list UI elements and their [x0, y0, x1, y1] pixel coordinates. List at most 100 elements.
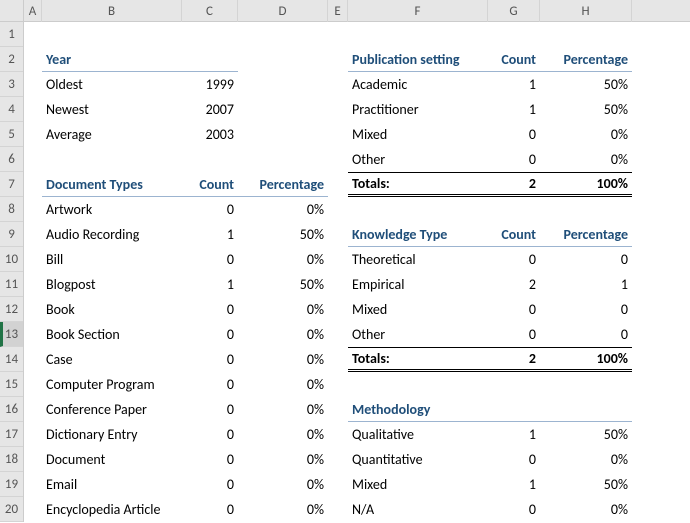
cell[interactable] — [488, 22, 540, 47]
doctype-count[interactable]: 0 — [182, 497, 238, 522]
year-oldest-label[interactable]: Oldest — [42, 72, 182, 97]
row-header-19[interactable]: 19 — [0, 472, 23, 497]
cell[interactable] — [348, 372, 488, 397]
cell[interactable] — [238, 22, 328, 47]
row-header-20[interactable]: 20 — [0, 497, 23, 522]
cell[interactable] — [540, 397, 632, 422]
doctype-label[interactable]: Conference Paper — [42, 397, 182, 422]
cell[interactable] — [328, 222, 348, 247]
know-row-count[interactable]: 2 — [488, 272, 540, 297]
row-headers[interactable]: 1234567891011121314151617181920 — [0, 22, 24, 522]
doctype-count[interactable]: 1 — [182, 272, 238, 297]
cell[interactable] — [328, 297, 348, 322]
cell[interactable] — [24, 447, 42, 472]
col-header-H[interactable]: H — [540, 0, 632, 22]
cell[interactable] — [328, 322, 348, 347]
cell[interactable] — [540, 197, 632, 222]
cell[interactable] — [24, 72, 42, 97]
doctype-label[interactable]: Book — [42, 297, 182, 322]
row-header-15[interactable]: 15 — [0, 372, 23, 397]
cell[interactable] — [24, 22, 42, 47]
meth-row-count[interactable]: 0 — [488, 497, 540, 522]
row-header-17[interactable]: 17 — [0, 422, 23, 447]
cell[interactable] — [328, 47, 348, 72]
row-header-4[interactable]: 4 — [0, 97, 23, 122]
pub-row-pct[interactable]: 50% — [540, 97, 632, 122]
cell[interactable] — [328, 347, 348, 372]
meth-row-pct[interactable]: 0% — [540, 447, 632, 472]
cell[interactable] — [182, 147, 238, 172]
doctype-pct[interactable]: 0% — [238, 422, 328, 447]
row-header-8[interactable]: 8 — [0, 197, 23, 222]
pub-row-pct[interactable]: 50% — [540, 72, 632, 97]
row-header-11[interactable]: 11 — [0, 272, 23, 297]
know-totals-pct[interactable]: 100% — [540, 347, 632, 372]
cell[interactable] — [24, 197, 42, 222]
cell[interactable] — [328, 72, 348, 97]
know-row-label[interactable]: Other — [348, 322, 488, 347]
doctype-pct[interactable]: 50% — [238, 222, 328, 247]
pub-row-label[interactable]: Other — [348, 147, 488, 172]
know-row-pct[interactable]: 1 — [540, 272, 632, 297]
row-header-7[interactable]: 7 — [0, 172, 23, 197]
doctype-label[interactable]: Computer Program — [42, 372, 182, 397]
meth-row-label[interactable]: Quantitative — [348, 447, 488, 472]
cell[interactable] — [328, 447, 348, 472]
doctype-count[interactable]: 0 — [182, 347, 238, 372]
doctype-count[interactable]: 0 — [182, 447, 238, 472]
meth-row-label[interactable]: N/A — [348, 497, 488, 522]
doctype-pct[interactable]: 0% — [238, 247, 328, 272]
pub-row-count[interactable]: 0 — [488, 147, 540, 172]
cell[interactable] — [328, 147, 348, 172]
year-avg-value[interactable]: 2003 — [182, 122, 238, 147]
row-header-5[interactable]: 5 — [0, 122, 23, 147]
cell[interactable] — [328, 472, 348, 497]
doctype-pct[interactable]: 0% — [238, 347, 328, 372]
cell[interactable] — [24, 422, 42, 447]
doctype-pct[interactable]: 0% — [238, 447, 328, 472]
cell[interactable] — [328, 122, 348, 147]
cell[interactable] — [238, 97, 328, 122]
year-newest-value[interactable]: 2007 — [182, 97, 238, 122]
pct-header[interactable]: Percentage — [540, 47, 632, 72]
cell[interactable] — [24, 147, 42, 172]
knowtype-header[interactable]: Knowledge Type — [348, 222, 488, 247]
pub-row-count[interactable]: 1 — [488, 72, 540, 97]
doctype-count[interactable]: 0 — [182, 247, 238, 272]
row-header-9[interactable]: 9 — [0, 222, 23, 247]
cell[interactable] — [42, 22, 182, 47]
cell[interactable] — [348, 197, 488, 222]
cell[interactable] — [24, 347, 42, 372]
cell[interactable] — [328, 397, 348, 422]
know-row-label[interactable]: Mixed — [348, 297, 488, 322]
row-header-16[interactable]: 16 — [0, 397, 23, 422]
doctype-pct[interactable]: 0% — [238, 397, 328, 422]
pub-totals-label[interactable]: Totals: — [348, 172, 488, 197]
cell[interactable] — [24, 372, 42, 397]
row-header-6[interactable]: 6 — [0, 147, 23, 172]
row-header-14[interactable]: 14 — [0, 347, 23, 372]
pub-totals-pct[interactable]: 100% — [540, 172, 632, 197]
cell[interactable] — [488, 197, 540, 222]
cell[interactable] — [328, 497, 348, 522]
pub-row-pct[interactable]: 0% — [540, 147, 632, 172]
row-header-1[interactable]: 1 — [0, 22, 23, 47]
meth-row-count[interactable]: 1 — [488, 472, 540, 497]
col-header-C[interactable]: C — [182, 0, 238, 22]
cell[interactable] — [488, 372, 540, 397]
column-headers[interactable]: ABCDEFGH — [24, 0, 690, 22]
cell[interactable] — [238, 147, 328, 172]
doctype-count[interactable]: 0 — [182, 297, 238, 322]
pct-header[interactable]: Percentage — [238, 172, 328, 197]
meth-row-pct[interactable]: 50% — [540, 422, 632, 447]
cell[interactable] — [42, 147, 182, 172]
col-header-A[interactable]: A — [24, 0, 42, 22]
know-row-count[interactable]: 0 — [488, 322, 540, 347]
doctype-pct[interactable]: 0% — [238, 297, 328, 322]
pub-row-pct[interactable]: 0% — [540, 122, 632, 147]
year-avg-label[interactable]: Average — [42, 122, 182, 147]
row-header-10[interactable]: 10 — [0, 247, 23, 272]
doctype-count[interactable]: 1 — [182, 222, 238, 247]
cell[interactable] — [24, 47, 42, 72]
col-header-F[interactable]: F — [348, 0, 488, 22]
